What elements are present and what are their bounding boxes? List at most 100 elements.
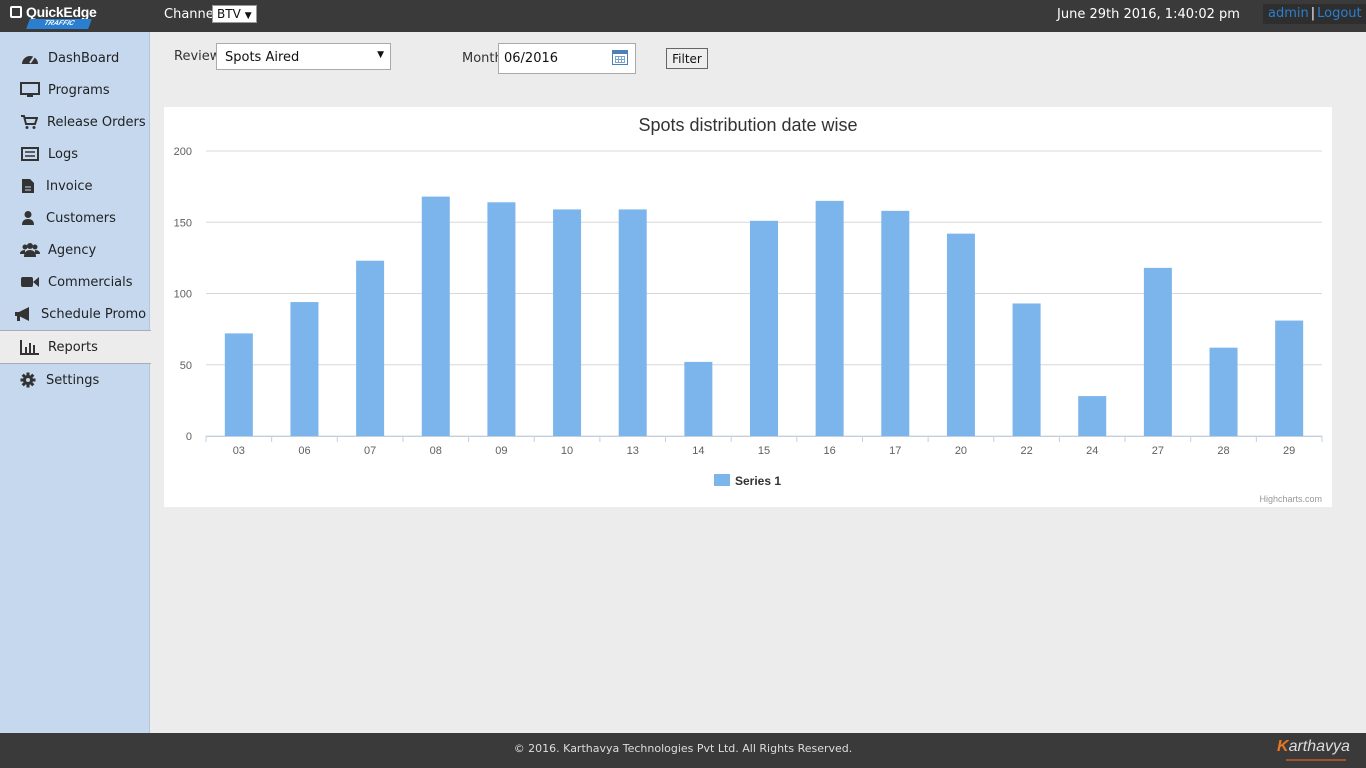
review-select[interactable]: Spots Aired ▼ — [216, 43, 391, 70]
user-links: admin | Logout — [1263, 4, 1366, 24]
gear-icon — [18, 372, 38, 388]
bar — [815, 200, 844, 436]
bar — [553, 209, 582, 436]
x-tick-label: 15 — [758, 445, 770, 457]
sidebar-item-invoice[interactable]: Invoice — [0, 170, 150, 202]
channel-label: Channel — [164, 7, 218, 22]
bar — [618, 209, 647, 436]
bar — [1275, 320, 1304, 436]
bar — [946, 233, 975, 436]
bar — [421, 196, 450, 436]
x-tick-label: 03 — [233, 445, 245, 457]
chevron-down-icon: ▼ — [377, 50, 384, 60]
admin-link[interactable]: admin — [1268, 6, 1309, 21]
legend-swatch — [714, 474, 730, 486]
calendar-icon[interactable] — [612, 50, 628, 65]
chart-title: Spots distribution date wise — [638, 115, 857, 135]
x-tick-label: 22 — [1020, 445, 1032, 457]
bar — [881, 210, 910, 436]
sidebar-item-release-orders[interactable]: Release Orders — [0, 106, 150, 138]
logo-subtitle: TRAFFIC — [26, 19, 92, 29]
bar — [750, 220, 778, 436]
x-tick-label: 06 — [298, 445, 310, 457]
footer: © 2016. Karthavya Technologies Pvt Ltd. … — [0, 733, 1366, 768]
y-tick-label: 200 — [174, 146, 192, 158]
month-label: Month — [462, 51, 503, 66]
link-separator: | — [1310, 6, 1316, 21]
sidebar-item-label: Schedule Promo — [41, 306, 147, 322]
sidebar-item-label: Commercials — [48, 274, 133, 290]
sidebar-item-dashboard[interactable]: DashBoard — [0, 42, 150, 74]
sidebar-item-settings[interactable]: Settings — [0, 364, 150, 396]
sidebar-item-programs[interactable]: Programs — [0, 74, 150, 106]
document-icon — [18, 178, 38, 194]
logo-mark-icon — [10, 6, 22, 18]
bar — [684, 361, 713, 436]
video-camera-icon — [20, 274, 40, 290]
x-tick-label: 17 — [889, 445, 901, 457]
sidebar-item-label: Programs — [48, 82, 110, 98]
bar — [1209, 347, 1238, 436]
logo-underline — [1286, 759, 1346, 761]
bar — [487, 202, 516, 436]
bar-chart: Spots distribution date wise050100150200… — [174, 115, 1323, 488]
monitor-icon — [20, 82, 40, 98]
filter-button[interactable]: Filter — [666, 48, 708, 69]
x-tick-label: 07 — [364, 445, 376, 457]
sidebar-item-label: Settings — [46, 372, 100, 388]
copyright-text: © 2016. Karthavya Technologies Pvt Ltd. … — [513, 742, 853, 755]
bar — [1143, 267, 1172, 436]
users-icon — [20, 242, 40, 258]
x-tick-label: 08 — [430, 445, 442, 457]
month-value: 06/2016 — [504, 51, 559, 66]
sidebar-item-customers[interactable]: Customers — [0, 202, 150, 234]
sidebar-item-commercials[interactable]: Commercials — [0, 266, 150, 298]
company-logo: Karthavya — [1277, 738, 1350, 755]
logo-text: QuickEdge — [26, 4, 97, 20]
sidebar-item-agency[interactable]: Agency — [0, 234, 150, 266]
top-bar: QuickEdge TRAFFIC Channel BTV ▼ June 29th… — [0, 0, 1366, 32]
review-value: Spots Aired — [225, 50, 300, 65]
sidebar: DashBoard Programs Release Orders Logs I… — [0, 32, 151, 733]
bar — [1078, 396, 1107, 436]
x-tick-label: 27 — [1152, 445, 1164, 457]
sidebar-item-label: Reports — [48, 339, 98, 355]
bar — [356, 260, 385, 436]
logout-link[interactable]: Logout — [1317, 6, 1362, 21]
channel-select[interactable]: BTV ▼ — [212, 5, 257, 23]
sidebar-item-label: Agency — [48, 242, 97, 258]
sidebar-item-label: Release Orders — [47, 114, 146, 130]
bar-chart-icon — [20, 339, 40, 355]
bar — [1012, 303, 1041, 436]
sidebar-item-label: Logs — [48, 146, 78, 162]
x-tick-label: 28 — [1217, 445, 1229, 457]
dashboard-icon — [20, 50, 40, 66]
x-tick-label: 13 — [627, 445, 639, 457]
review-label: Review — [174, 49, 221, 64]
y-tick-label: 100 — [174, 289, 192, 301]
bar — [224, 333, 253, 436]
channel-value: BTV — [217, 7, 241, 21]
y-tick-label: 150 — [174, 217, 192, 229]
sidebar-item-schedule-promo[interactable]: Schedule Promo — [0, 298, 150, 330]
sidebar-item-reports[interactable]: Reports — [0, 330, 151, 364]
app-logo[interactable]: QuickEdge TRAFFIC — [10, 4, 140, 30]
megaphone-icon — [13, 306, 33, 322]
bar — [290, 302, 319, 436]
chart-panel: Spots distribution date wise 0 50 100 150 200… — [164, 107, 1332, 507]
sidebar-item-logs[interactable]: Logs — [0, 138, 150, 170]
x-tick-label: 09 — [495, 445, 507, 457]
sidebar-item-label: Invoice — [46, 178, 93, 194]
user-icon — [18, 210, 38, 226]
sidebar-item-label: Customers — [46, 210, 116, 226]
x-tick-label: 16 — [824, 445, 836, 457]
x-tick-label: 29 — [1283, 445, 1295, 457]
current-datetime: June 29th 2016, 1:40:02 pm — [1057, 7, 1240, 22]
y-tick-label: 50 — [180, 360, 192, 372]
cart-icon — [19, 114, 39, 130]
x-tick-label: 14 — [692, 445, 704, 457]
chevron-down-icon: ▼ — [244, 11, 252, 21]
chart-credits[interactable]: Highcharts.com — [1259, 494, 1322, 504]
legend-label: Series 1 — [735, 474, 781, 488]
list-icon — [20, 146, 40, 162]
